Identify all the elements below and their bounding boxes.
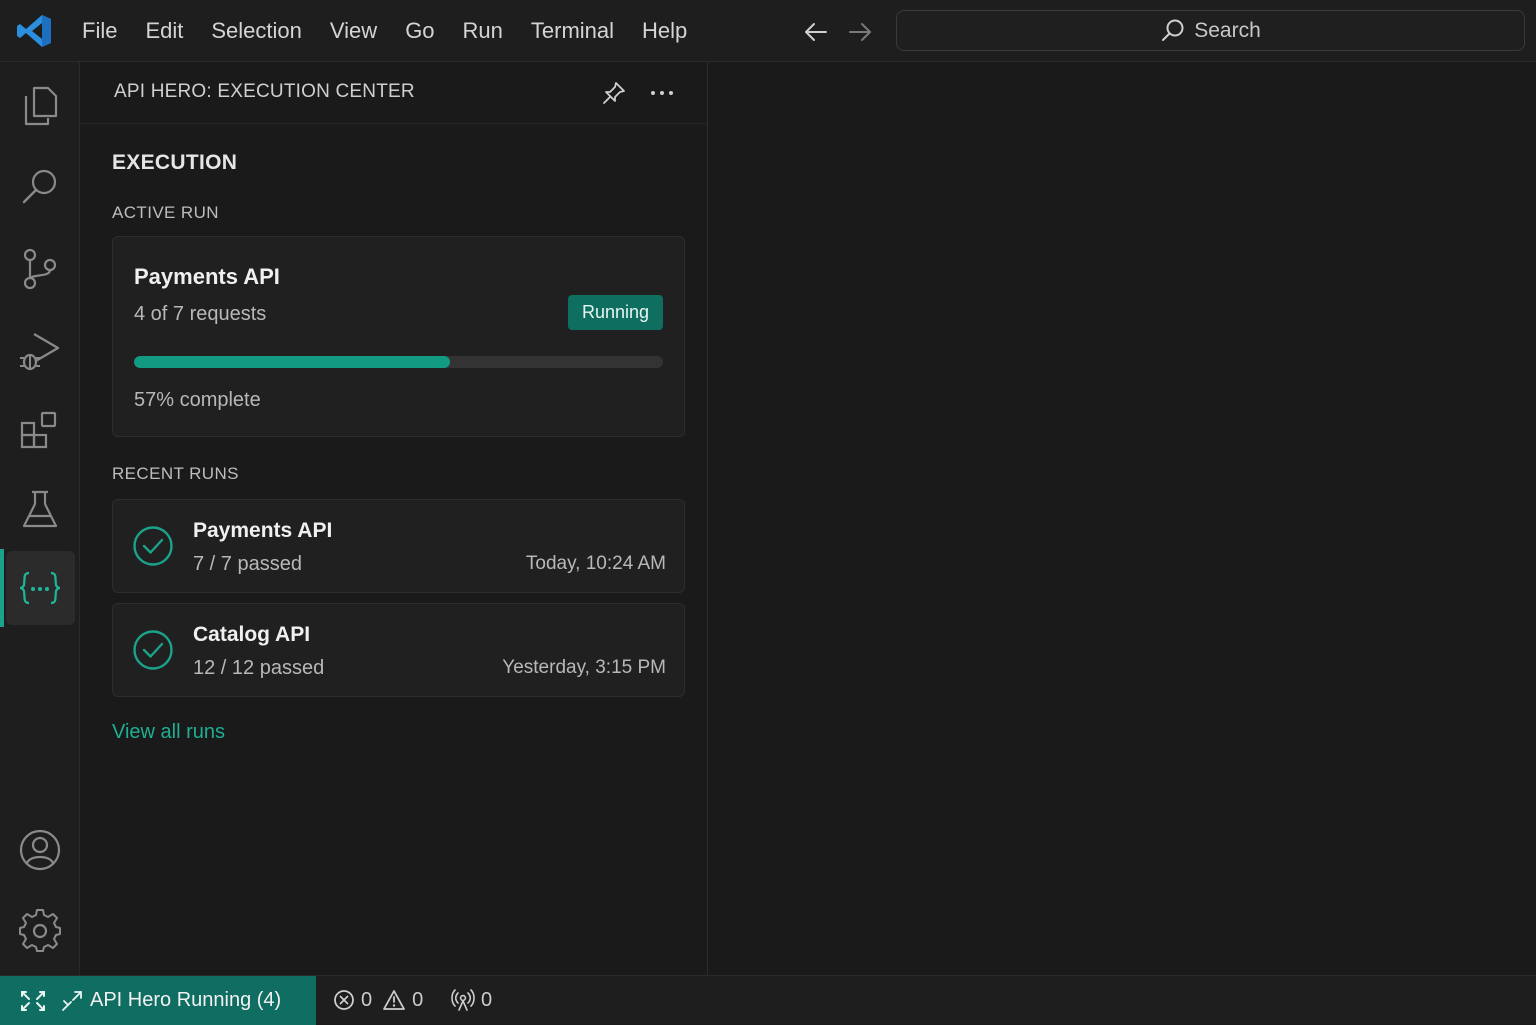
status-bar: API Hero Running (4) 0 0 0 xyxy=(0,975,1536,1025)
active-run-card[interactable]: Payments API 4 of 7 requests Running 57%… xyxy=(112,236,685,437)
ports-count: 0 xyxy=(481,988,493,1011)
menu-run[interactable]: Run xyxy=(449,0,517,62)
explorer-icon[interactable] xyxy=(14,80,66,132)
panel-title: API HERO: EXECUTION CENTER xyxy=(114,81,415,102)
menu-selection[interactable]: Selection xyxy=(197,0,316,62)
more-actions-icon[interactable] xyxy=(648,80,676,106)
api-hero-icon[interactable] xyxy=(14,562,66,614)
error-icon xyxy=(334,990,354,1010)
vscode-logo-icon xyxy=(17,15,51,47)
running-status-badge: Running xyxy=(568,295,663,330)
active-run-request-count: 4 of 7 requests xyxy=(134,303,267,325)
api-hero-side-panel: API HERO: EXECUTION CENTER EXECUTION ACT… xyxy=(80,62,708,975)
menu-go[interactable]: Go xyxy=(391,0,448,62)
recent-runs-label: RECENT RUNS xyxy=(112,464,239,483)
arrow-left-icon[interactable] xyxy=(802,18,830,46)
menu-file[interactable]: File xyxy=(68,0,131,62)
view-all-runs-link[interactable]: View all runs xyxy=(112,721,225,744)
run-result: 7 / 7 passed xyxy=(193,553,302,575)
warning-count: 0 xyxy=(412,988,424,1011)
activity-bar xyxy=(0,62,80,975)
progress-bar xyxy=(134,356,663,368)
source-control-icon[interactable] xyxy=(14,243,66,295)
search-icon xyxy=(1162,19,1184,41)
run-name: Catalog API xyxy=(193,623,311,646)
api-hero-running-text: API Hero Running (4) xyxy=(90,989,282,1011)
account-icon[interactable] xyxy=(14,824,66,876)
broadcast-icon xyxy=(451,989,475,1011)
extensions-icon[interactable] xyxy=(14,404,66,456)
menu-view[interactable]: View xyxy=(316,0,391,62)
arrow-right-icon[interactable] xyxy=(846,18,874,46)
menu-terminal[interactable]: Terminal xyxy=(517,0,628,62)
run-timestamp: Today, 10:24 AM xyxy=(525,553,666,574)
settings-gear-icon[interactable] xyxy=(14,905,66,957)
check-circle-icon xyxy=(133,526,173,566)
remote-connection-icon xyxy=(21,990,45,1011)
error-count: 0 xyxy=(361,988,373,1011)
recent-run-item[interactable]: Payments API 7 / 7 passed Today, 10:24 A… xyxy=(112,499,685,593)
editor-area xyxy=(708,62,1536,975)
testing-icon[interactable] xyxy=(14,484,66,536)
command-center-search[interactable]: Search xyxy=(896,10,1525,51)
warning-icon xyxy=(383,990,406,1010)
execution-heading: EXECUTION xyxy=(112,151,238,174)
panel-header: API HERO: EXECUTION CENTER xyxy=(80,62,707,124)
api-hero-status-item[interactable]: API Hero Running (4) xyxy=(0,976,316,1025)
menu-help[interactable]: Help xyxy=(628,0,701,62)
run-timestamp: Yesterday, 3:15 PM xyxy=(502,657,666,678)
menu-bar: File Edit Selection View Go Run Terminal… xyxy=(68,0,701,62)
running-sync-icon xyxy=(62,990,82,1011)
title-bar: File Edit Selection View Go Run Terminal… xyxy=(0,0,1536,62)
menu-edit[interactable]: Edit xyxy=(131,0,197,62)
run-debug-icon[interactable] xyxy=(14,324,66,376)
run-name: Payments API xyxy=(193,519,333,542)
run-result: 12 / 12 passed xyxy=(193,657,325,679)
active-item-indicator xyxy=(0,549,4,627)
progress-bar-fill xyxy=(134,356,450,368)
active-run-label: ACTIVE RUN xyxy=(112,203,219,222)
progress-percent-text: 57% complete xyxy=(134,389,261,411)
search-icon[interactable] xyxy=(14,161,66,213)
ports-status-item[interactable]: 0 xyxy=(451,976,492,1024)
active-run-name: Payments API xyxy=(134,264,280,289)
pin-icon[interactable] xyxy=(601,80,627,106)
recent-run-item[interactable]: Catalog API 12 / 12 passed Yesterday, 3:… xyxy=(112,603,685,697)
problems-status-item[interactable]: 0 0 xyxy=(333,976,423,1024)
search-label: Search xyxy=(1194,18,1261,42)
check-circle-icon xyxy=(133,630,173,670)
